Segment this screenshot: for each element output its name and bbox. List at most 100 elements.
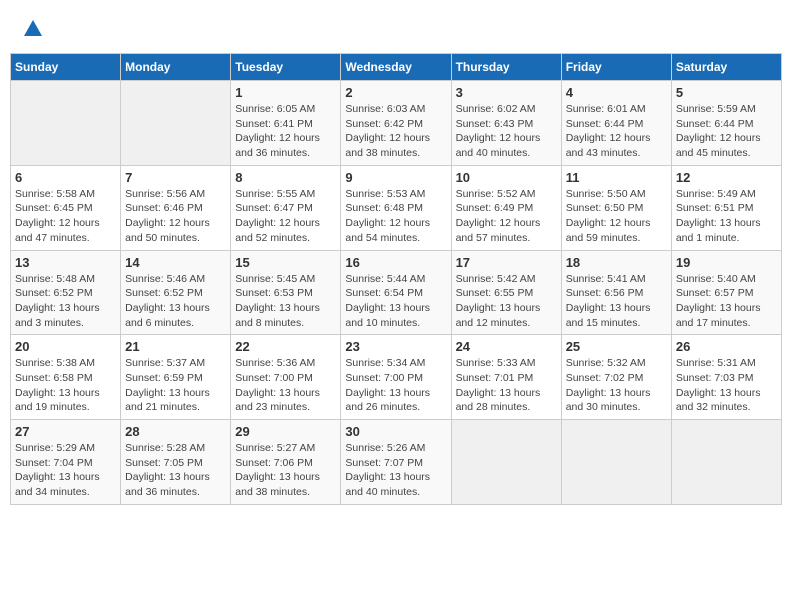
day-number: 11 <box>566 170 667 185</box>
weekday-header-row: SundayMondayTuesdayWednesdayThursdayFrid… <box>11 54 782 81</box>
calendar-cell: 17 Sunrise: 5:42 AM Sunset: 6:55 PM Dayli… <box>451 250 561 335</box>
calendar-cell: 24 Sunrise: 5:33 AM Sunset: 7:01 PM Dayli… <box>451 335 561 420</box>
cell-content: Sunrise: 6:05 AM Sunset: 6:41 PM Dayligh… <box>235 102 336 161</box>
day-number: 29 <box>235 424 336 439</box>
calendar-cell: 11 Sunrise: 5:50 AM Sunset: 6:50 PM Dayli… <box>561 165 671 250</box>
cell-content: Sunrise: 6:01 AM Sunset: 6:44 PM Dayligh… <box>566 102 667 161</box>
day-number: 24 <box>456 339 557 354</box>
calendar-cell <box>671 420 781 505</box>
calendar-cell <box>121 81 231 166</box>
calendar-body: 1 Sunrise: 6:05 AM Sunset: 6:41 PM Daylig… <box>11 81 782 505</box>
cell-content: Sunrise: 5:32 AM Sunset: 7:02 PM Dayligh… <box>566 356 667 415</box>
calendar-cell: 14 Sunrise: 5:46 AM Sunset: 6:52 PM Dayli… <box>121 250 231 335</box>
weekday-header-saturday: Saturday <box>671 54 781 81</box>
logo <box>20 18 44 45</box>
calendar-cell: 1 Sunrise: 6:05 AM Sunset: 6:41 PM Daylig… <box>231 81 341 166</box>
calendar-week-row: 20Sunrise: 5:38 AM Sunset: 6:58 PM Dayli… <box>11 335 782 420</box>
calendar-cell: 13 Sunrise: 5:48 AM Sunset: 6:52 PM Dayli… <box>11 250 121 335</box>
logo-icon <box>22 18 44 40</box>
day-number: 7 <box>125 170 226 185</box>
calendar-table: SundayMondayTuesdayWednesdayThursdayFrid… <box>10 53 782 505</box>
day-number: 2 <box>345 85 446 100</box>
calendar-cell <box>11 81 121 166</box>
calendar-week-row: 27 Sunrise: 5:29 AM Sunset: 7:04 PM Dayli… <box>11 420 782 505</box>
cell-content: Sunrise: 5:58 AM Sunset: 6:45 PM Dayligh… <box>15 187 116 246</box>
cell-content: Sunrise: 5:36 AM Sunset: 7:00 PM Dayligh… <box>235 356 336 415</box>
day-number: 6 <box>15 170 116 185</box>
calendar-cell: 29 Sunrise: 5:27 AM Sunset: 7:06 PM Dayli… <box>231 420 341 505</box>
calendar-cell <box>451 420 561 505</box>
day-number: 15 <box>235 255 336 270</box>
cell-content: Sunrise: 5:50 AM Sunset: 6:50 PM Dayligh… <box>566 187 667 246</box>
cell-content: Sunrise: 5:29 AM Sunset: 7:04 PM Dayligh… <box>15 441 116 500</box>
cell-content: Sunrise: 5:46 AM Sunset: 6:52 PM Dayligh… <box>125 272 226 331</box>
calendar-cell: 16 Sunrise: 5:44 AM Sunset: 6:54 PM Dayli… <box>341 250 451 335</box>
cell-content: Sunrise: 5:55 AM Sunset: 6:47 PM Dayligh… <box>235 187 336 246</box>
day-number: 25 <box>566 339 667 354</box>
day-number: 10 <box>456 170 557 185</box>
weekday-header-friday: Friday <box>561 54 671 81</box>
weekday-header-wednesday: Wednesday <box>341 54 451 81</box>
calendar-cell: 15Sunrise: 5:45 AM Sunset: 6:53 PM Dayli… <box>231 250 341 335</box>
page-header <box>10 10 782 49</box>
weekday-header-monday: Monday <box>121 54 231 81</box>
calendar-cell: 28Sunrise: 5:28 AM Sunset: 7:05 PM Dayli… <box>121 420 231 505</box>
day-number: 16 <box>345 255 446 270</box>
cell-content: Sunrise: 6:02 AM Sunset: 6:43 PM Dayligh… <box>456 102 557 161</box>
calendar-cell: 9 Sunrise: 5:53 AM Sunset: 6:48 PM Daylig… <box>341 165 451 250</box>
weekday-header-thursday: Thursday <box>451 54 561 81</box>
cell-content: Sunrise: 5:28 AM Sunset: 7:05 PM Dayligh… <box>125 441 226 500</box>
cell-content: Sunrise: 5:59 AM Sunset: 6:44 PM Dayligh… <box>676 102 777 161</box>
calendar-cell: 5Sunrise: 5:59 AM Sunset: 6:44 PM Daylig… <box>671 81 781 166</box>
weekday-header-tuesday: Tuesday <box>231 54 341 81</box>
calendar-cell: 2 Sunrise: 6:03 AM Sunset: 6:42 PM Daylig… <box>341 81 451 166</box>
cell-content: Sunrise: 5:44 AM Sunset: 6:54 PM Dayligh… <box>345 272 446 331</box>
cell-content: Sunrise: 5:27 AM Sunset: 7:06 PM Dayligh… <box>235 441 336 500</box>
cell-content: Sunrise: 5:41 AM Sunset: 6:56 PM Dayligh… <box>566 272 667 331</box>
day-number: 21 <box>125 339 226 354</box>
cell-content: Sunrise: 5:42 AM Sunset: 6:55 PM Dayligh… <box>456 272 557 331</box>
cell-content: Sunrise: 5:33 AM Sunset: 7:01 PM Dayligh… <box>456 356 557 415</box>
day-number: 8 <box>235 170 336 185</box>
calendar-cell: 26Sunrise: 5:31 AM Sunset: 7:03 PM Dayli… <box>671 335 781 420</box>
calendar-header: SundayMondayTuesdayWednesdayThursdayFrid… <box>11 54 782 81</box>
calendar-cell: 25 Sunrise: 5:32 AM Sunset: 7:02 PM Dayli… <box>561 335 671 420</box>
day-number: 19 <box>676 255 777 270</box>
calendar-cell: 3 Sunrise: 6:02 AM Sunset: 6:43 PM Daylig… <box>451 81 561 166</box>
day-number: 1 <box>235 85 336 100</box>
cell-content: Sunrise: 5:56 AM Sunset: 6:46 PM Dayligh… <box>125 187 226 246</box>
calendar-cell: 23 Sunrise: 5:34 AM Sunset: 7:00 PM Dayli… <box>341 335 451 420</box>
calendar-cell: 27 Sunrise: 5:29 AM Sunset: 7:04 PM Dayli… <box>11 420 121 505</box>
cell-content: Sunrise: 5:34 AM Sunset: 7:00 PM Dayligh… <box>345 356 446 415</box>
cell-content: Sunrise: 5:37 AM Sunset: 6:59 PM Dayligh… <box>125 356 226 415</box>
calendar-cell: 6 Sunrise: 5:58 AM Sunset: 6:45 PM Daylig… <box>11 165 121 250</box>
calendar-cell: 10 Sunrise: 5:52 AM Sunset: 6:49 PM Dayli… <box>451 165 561 250</box>
cell-content: Sunrise: 5:53 AM Sunset: 6:48 PM Dayligh… <box>345 187 446 246</box>
day-number: 26 <box>676 339 777 354</box>
day-number: 30 <box>345 424 446 439</box>
calendar-week-row: 1 Sunrise: 6:05 AM Sunset: 6:41 PM Daylig… <box>11 81 782 166</box>
cell-content: Sunrise: 5:26 AM Sunset: 7:07 PM Dayligh… <box>345 441 446 500</box>
cell-content: Sunrise: 5:52 AM Sunset: 6:49 PM Dayligh… <box>456 187 557 246</box>
day-number: 14 <box>125 255 226 270</box>
cell-content: Sunrise: 6:03 AM Sunset: 6:42 PM Dayligh… <box>345 102 446 161</box>
day-number: 3 <box>456 85 557 100</box>
day-number: 12 <box>676 170 777 185</box>
day-number: 13 <box>15 255 116 270</box>
day-number: 4 <box>566 85 667 100</box>
calendar-cell: 4 Sunrise: 6:01 AM Sunset: 6:44 PM Daylig… <box>561 81 671 166</box>
weekday-header-sunday: Sunday <box>11 54 121 81</box>
calendar-cell: 22Sunrise: 5:36 AM Sunset: 7:00 PM Dayli… <box>231 335 341 420</box>
day-number: 9 <box>345 170 446 185</box>
day-number: 27 <box>15 424 116 439</box>
calendar-cell: 18 Sunrise: 5:41 AM Sunset: 6:56 PM Dayli… <box>561 250 671 335</box>
day-number: 17 <box>456 255 557 270</box>
day-number: 23 <box>345 339 446 354</box>
day-number: 18 <box>566 255 667 270</box>
calendar-cell: 8 Sunrise: 5:55 AM Sunset: 6:47 PM Daylig… <box>231 165 341 250</box>
calendar-week-row: 6 Sunrise: 5:58 AM Sunset: 6:45 PM Daylig… <box>11 165 782 250</box>
calendar-cell: 7 Sunrise: 5:56 AM Sunset: 6:46 PM Daylig… <box>121 165 231 250</box>
calendar-cell: 21 Sunrise: 5:37 AM Sunset: 6:59 PM Dayli… <box>121 335 231 420</box>
cell-content: Sunrise: 5:48 AM Sunset: 6:52 PM Dayligh… <box>15 272 116 331</box>
calendar-cell: 12Sunrise: 5:49 AM Sunset: 6:51 PM Dayli… <box>671 165 781 250</box>
